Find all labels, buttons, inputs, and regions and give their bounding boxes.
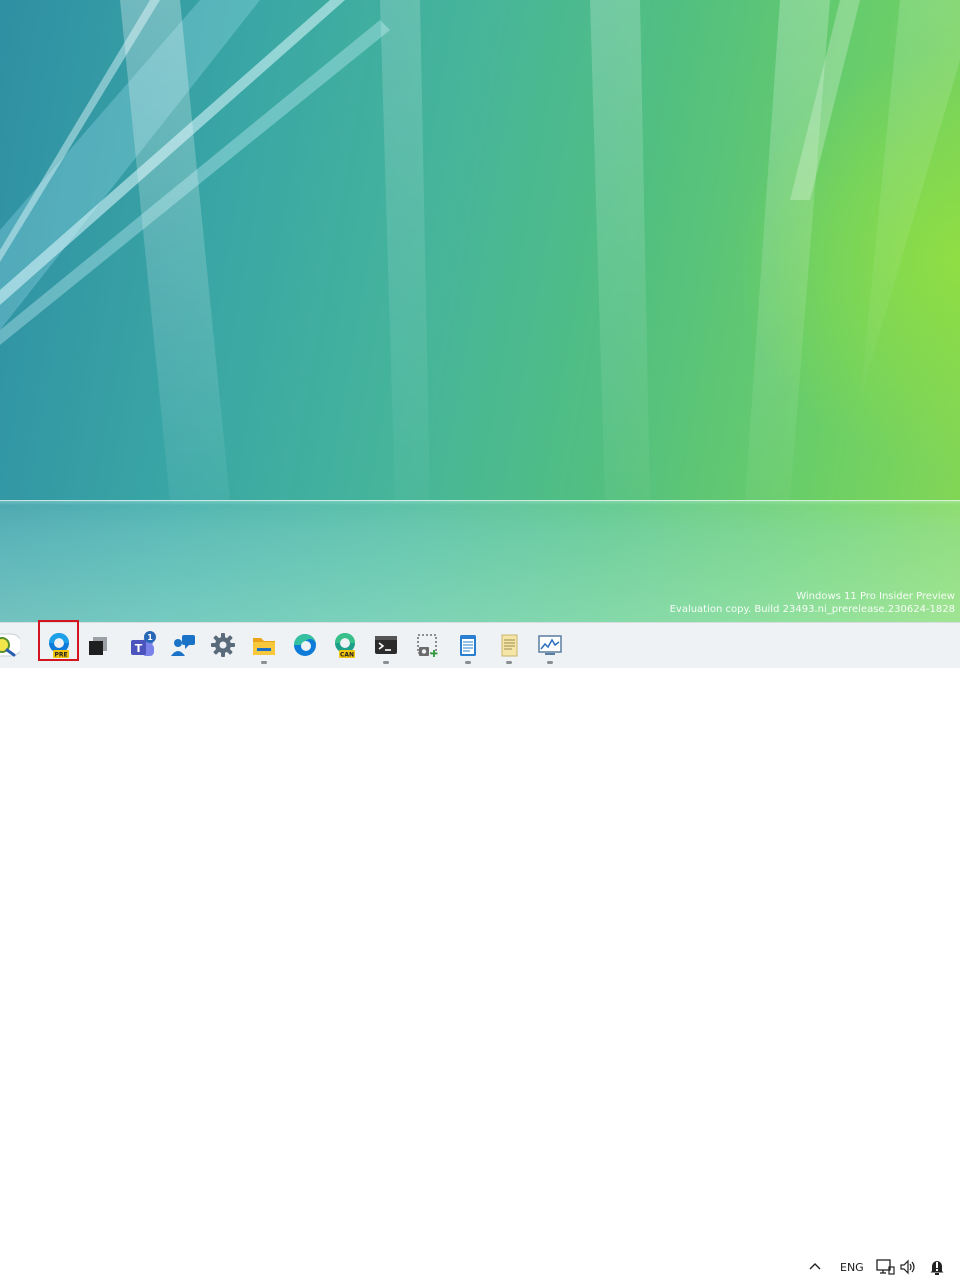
running-indicator bbox=[547, 661, 553, 664]
terminal-icon bbox=[375, 636, 397, 654]
search-icon bbox=[0, 633, 20, 657]
edge-canary-icon: CAN bbox=[335, 633, 355, 659]
running-indicator bbox=[383, 661, 389, 664]
network-icon bbox=[876, 1259, 895, 1275]
notifications-button[interactable] bbox=[927, 1257, 947, 1281]
gear-icon bbox=[211, 633, 235, 657]
feedback-icon bbox=[171, 635, 195, 656]
running-indicator bbox=[465, 661, 471, 664]
evaluation-watermark: Windows 11 Pro Insider Preview Evaluatio… bbox=[670, 590, 955, 616]
notepad-button[interactable] bbox=[452, 629, 484, 664]
volume-button[interactable] bbox=[898, 1257, 918, 1281]
search-button[interactable] bbox=[0, 629, 20, 661]
settings-button[interactable] bbox=[207, 629, 239, 661]
file-explorer-button[interactable] bbox=[248, 629, 280, 664]
notes-app-button[interactable] bbox=[493, 629, 525, 664]
notepad-icon bbox=[460, 635, 476, 656]
snipping-tool-button[interactable] bbox=[411, 629, 443, 661]
watermark-line-2: Evaluation copy. Build 23493.ni_prerelea… bbox=[669, 604, 955, 615]
resource-monitor-button[interactable] bbox=[534, 629, 566, 664]
running-indicator bbox=[261, 661, 267, 664]
edge-canary-badge: CAN bbox=[340, 652, 354, 659]
network-button[interactable] bbox=[875, 1257, 895, 1281]
chevron-up-icon bbox=[809, 1263, 821, 1270]
task-view-button[interactable] bbox=[82, 629, 114, 661]
running-indicator bbox=[506, 661, 512, 664]
task-view-icon bbox=[89, 637, 107, 655]
svg-text:T: T bbox=[135, 642, 143, 655]
volume-icon bbox=[900, 1259, 915, 1275]
snipping-tool-icon bbox=[417, 634, 438, 657]
feedback-hub-button[interactable] bbox=[167, 629, 199, 661]
teams-icon: T 1 bbox=[131, 631, 156, 656]
teams-notification-badge: 1 bbox=[147, 633, 153, 642]
edge-preview-highlight-box bbox=[38, 620, 79, 661]
taskbar: PRE T 1 CAN ENG bbox=[0, 622, 960, 1275]
desktop-wallpaper: Windows 11 Pro Insider Preview Evaluatio… bbox=[0, 0, 960, 622]
show-hidden-icons-button[interactable] bbox=[806, 1257, 824, 1279]
language-indicator[interactable]: ENG bbox=[840, 1261, 864, 1274]
edge-icon bbox=[294, 634, 316, 656]
teams-button[interactable]: T 1 bbox=[126, 629, 158, 661]
edge-button[interactable] bbox=[289, 629, 321, 661]
monitor-chart-icon bbox=[538, 635, 562, 655]
edge-canary-button[interactable]: CAN bbox=[329, 629, 361, 661]
watermark-line-1: Windows 11 Pro Insider Preview bbox=[796, 591, 955, 602]
folder-icon bbox=[253, 638, 275, 655]
terminal-button[interactable] bbox=[370, 629, 402, 664]
notification-icon bbox=[930, 1261, 944, 1275]
notes-icon bbox=[501, 634, 518, 657]
